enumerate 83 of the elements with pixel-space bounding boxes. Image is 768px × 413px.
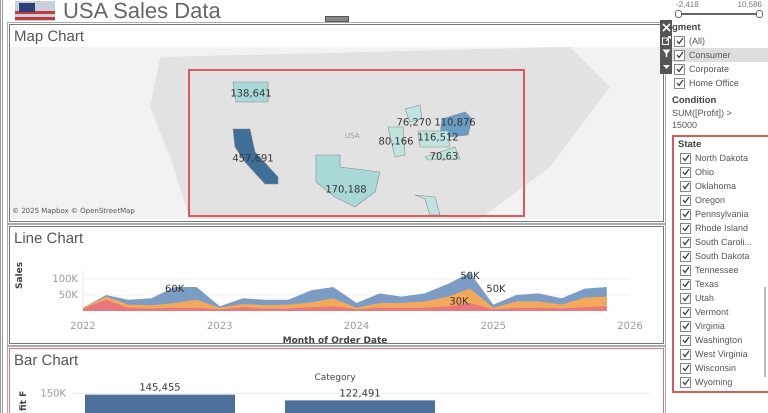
- data-label: 50K: [486, 284, 506, 295]
- checkbox[interactable]: [680, 264, 691, 276]
- data-label: 30K: [449, 296, 469, 308]
- checkbox[interactable]: [680, 320, 691, 332]
- map-value-label: 170,188: [325, 184, 367, 196]
- filter-icon[interactable]: [662, 49, 670, 58]
- checkbox[interactable]: [674, 64, 685, 74]
- filter-option[interactable]: Corporate: [672, 62, 768, 76]
- filter-option[interactable]: Pennsylvania: [678, 207, 764, 221]
- filter-title: Condition: [672, 95, 718, 106]
- panel-title: Bar Chart: [13, 351, 80, 371]
- filter-title: State: [678, 139, 702, 150]
- axis-tick-label: 2023: [207, 321, 232, 332]
- filter-option[interactable]: Virginia: [678, 319, 764, 333]
- range-max: 10,586: [738, 0, 762, 9]
- filter-title: gment: [672, 22, 702, 33]
- filter-option[interactable]: West Virginia: [678, 347, 764, 361]
- axis-title: fit F: [19, 390, 29, 411]
- checkbox[interactable]: [674, 50, 685, 60]
- checkbox[interactable]: [680, 334, 691, 346]
- range-slider[interactable]: [678, 10, 760, 18]
- axis-tick-label: 2026: [617, 321, 643, 332]
- axis-tick-label: 50K: [58, 290, 78, 301]
- flag-icon: [15, 1, 55, 21]
- filter-option[interactable]: Tennessee: [678, 263, 764, 277]
- checkbox[interactable]: [680, 152, 691, 164]
- checkbox[interactable]: [680, 250, 691, 262]
- axis-title: Month of Order Date: [282, 336, 388, 343]
- filter-option[interactable]: Wyoming: [678, 375, 764, 389]
- checkbox[interactable]: [680, 208, 691, 220]
- map-value-label: 76,270: [396, 118, 432, 128]
- filter-option[interactable]: Texas: [678, 277, 764, 291]
- filter-option[interactable]: Vermont: [678, 305, 764, 319]
- checkbox[interactable]: [680, 166, 691, 178]
- checkbox[interactable]: [674, 78, 685, 88]
- dropdown-icon[interactable]: [662, 62, 670, 71]
- axis-title: Sales: [15, 262, 25, 289]
- axis-tick-label: 150K: [40, 388, 66, 400]
- axis-tick-label: 100K: [52, 274, 78, 285]
- data-label: 145,455: [139, 382, 181, 394]
- filter-option[interactable]: North Dakota: [678, 151, 764, 165]
- checkbox[interactable]: [680, 376, 691, 388]
- filter-option[interactable]: Consumer: [672, 48, 768, 62]
- data-label: 122,491: [339, 388, 381, 400]
- popout-icon[interactable]: [662, 36, 670, 45]
- checkbox[interactable]: [674, 36, 685, 46]
- checkbox[interactable]: [680, 278, 691, 290]
- checkbox[interactable]: [680, 306, 691, 318]
- checkbox[interactable]: [680, 194, 691, 206]
- filter-option[interactable]: Ohio: [678, 165, 764, 179]
- filter-option[interactable]: South Caroli...: [678, 235, 764, 249]
- map-value-label: 138,641: [230, 88, 272, 100]
- checkbox[interactable]: [680, 222, 691, 234]
- map-value-label: 116,512: [417, 132, 459, 144]
- filter-option[interactable]: Oregon: [678, 193, 764, 207]
- filter-option[interactable]: Oklahoma: [678, 179, 764, 193]
- drag-handle[interactable]: [325, 16, 349, 22]
- range-min: -2,418: [676, 0, 699, 9]
- filter-option[interactable]: Wisconsin: [678, 361, 764, 375]
- chart-title: Category: [314, 373, 356, 383]
- axis-tick-label: 2025: [480, 321, 506, 332]
- filter-option[interactable]: Home Office: [672, 76, 768, 90]
- map-value-label: 80,166: [378, 136, 414, 148]
- checkbox[interactable]: [680, 362, 691, 374]
- scrollbar[interactable]: [764, 287, 766, 377]
- checkbox[interactable]: [680, 348, 691, 360]
- filter-option[interactable]: South Dakota: [678, 249, 764, 263]
- filter-option[interactable]: Utah: [678, 291, 764, 305]
- filter-option[interactable]: (All): [672, 34, 768, 48]
- axis-tick-label: 2022: [70, 321, 96, 332]
- close-icon[interactable]: [662, 23, 670, 32]
- checkbox[interactable]: [680, 292, 691, 304]
- checkbox[interactable]: [680, 180, 691, 192]
- data-label: 60K: [164, 284, 184, 295]
- condition-text: SUM([Profit]) > 15000: [672, 107, 733, 131]
- panel-title: Line Chart: [13, 229, 84, 249]
- filter-option[interactable]: Rhode Island: [678, 221, 764, 235]
- checkbox[interactable]: [680, 236, 691, 248]
- map-value-label: 70,63: [430, 152, 458, 162]
- panel-title: Map Chart: [13, 27, 86, 47]
- filter-option[interactable]: Washington: [678, 333, 764, 347]
- axis-tick-label: 2024: [344, 321, 370, 332]
- dashboard-title: USA Sales Data: [63, 0, 221, 22]
